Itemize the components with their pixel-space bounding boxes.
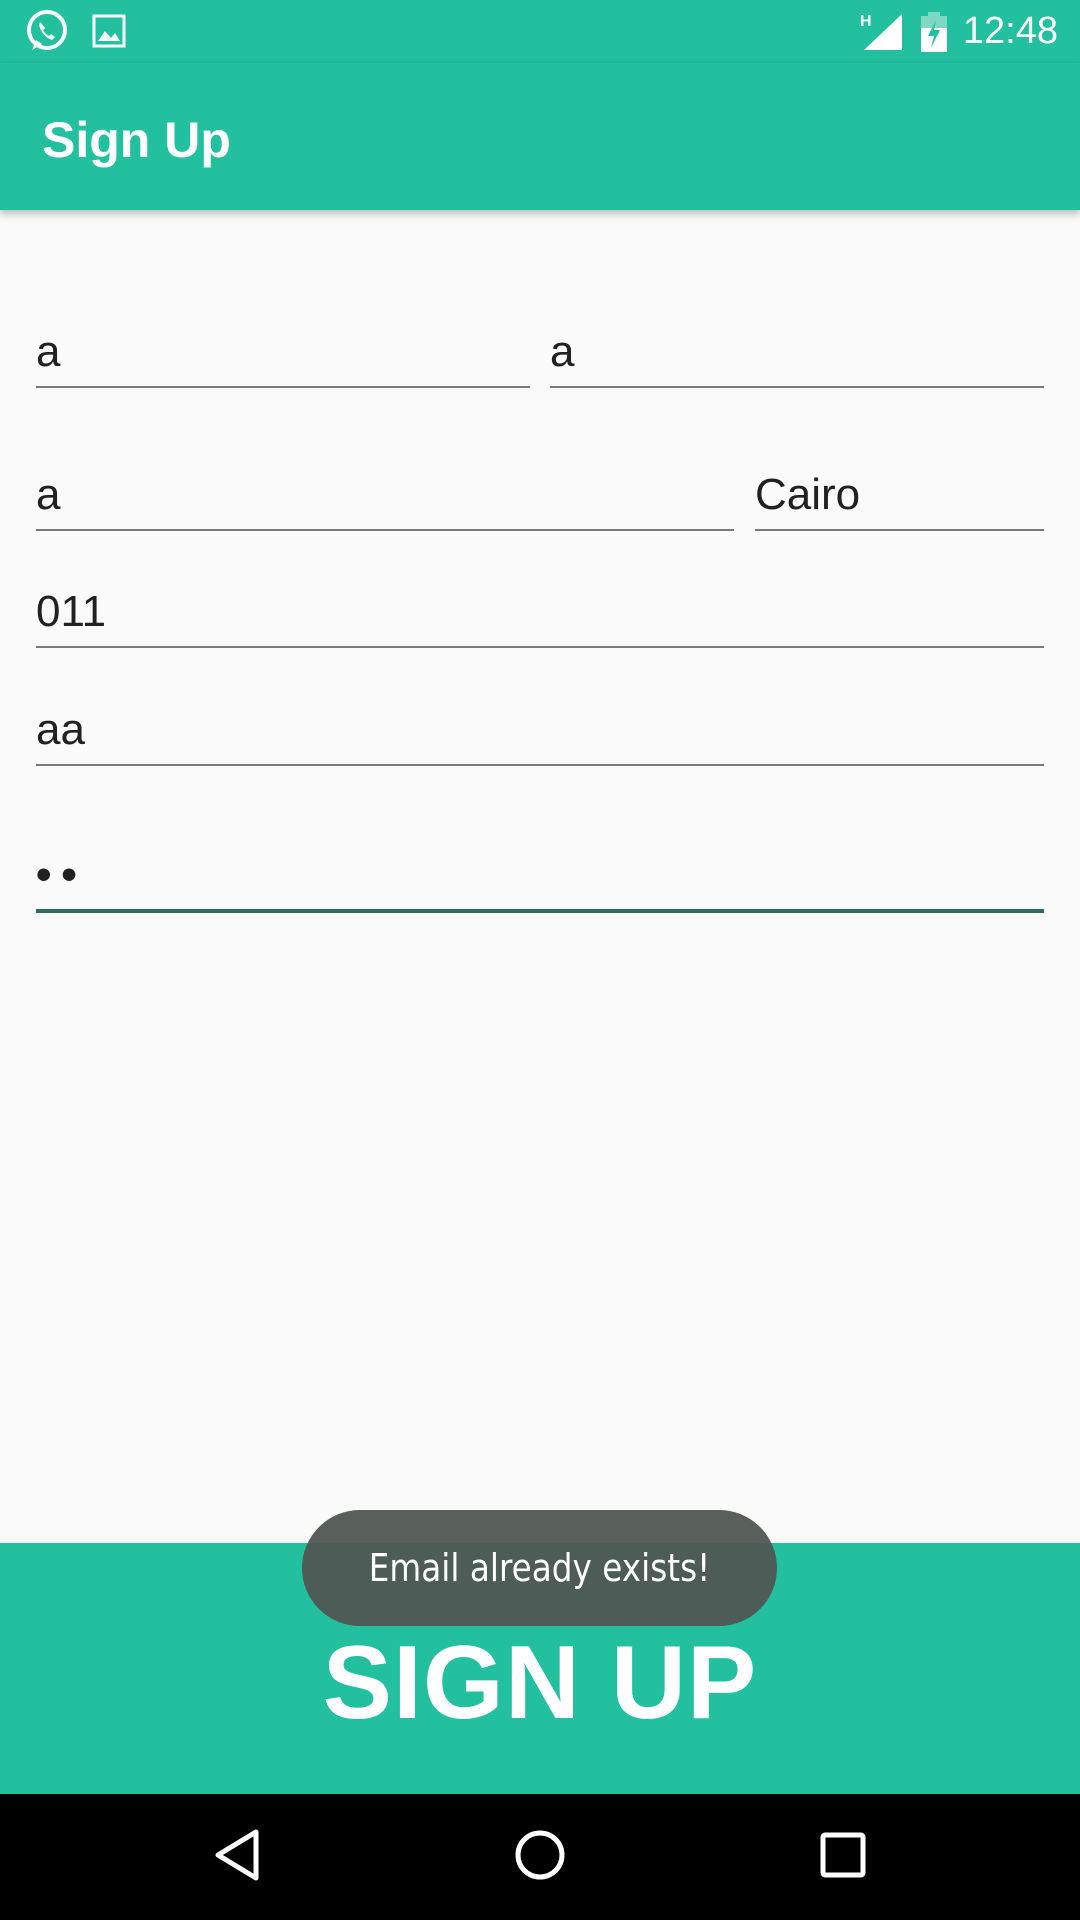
navigation-bar (0, 1794, 1080, 1920)
app-bar: Sign Up (0, 63, 1080, 210)
image-icon (92, 14, 126, 53)
first-name-field[interactable]: a (36, 320, 530, 388)
screen: H 12:48 Sign Up a a a Cairo 011 aa •• SI… (0, 0, 1080, 1920)
recents-icon (819, 1831, 867, 1884)
toast: Email already exists! (302, 1510, 777, 1626)
back-button[interactable] (202, 1822, 272, 1892)
home-button[interactable] (505, 1822, 575, 1892)
address-field[interactable]: a (36, 463, 734, 531)
email-field[interactable]: aa (36, 698, 1044, 766)
back-icon (212, 1828, 262, 1887)
city-field[interactable]: Cairo (755, 463, 1044, 531)
city-value: Cairo (755, 470, 861, 519)
home-icon (513, 1828, 567, 1887)
whatsapp-icon (24, 8, 70, 59)
svg-text:H: H (860, 13, 872, 30)
recents-button[interactable] (808, 1822, 878, 1892)
status-clock: 12:48 (962, 10, 1058, 52)
password-value: •• (36, 850, 87, 899)
email-value: aa (36, 705, 85, 754)
last-name-field[interactable]: a (550, 320, 1044, 388)
phone-field[interactable]: 011 (36, 580, 1044, 648)
toast-message: Email already exists! (368, 1546, 711, 1590)
phone-value: 011 (36, 587, 107, 636)
signal-icon: H (860, 12, 904, 55)
first-name-value: a (36, 327, 61, 376)
sign-up-label: SIGN UP (322, 1625, 758, 1741)
page-title: Sign Up (42, 112, 231, 168)
battery-charging-icon (920, 12, 948, 57)
last-name-value: a (550, 327, 575, 376)
status-bar: H 12:48 (0, 0, 1080, 63)
password-field[interactable]: •• (36, 845, 1044, 913)
address-value: a (36, 470, 61, 519)
